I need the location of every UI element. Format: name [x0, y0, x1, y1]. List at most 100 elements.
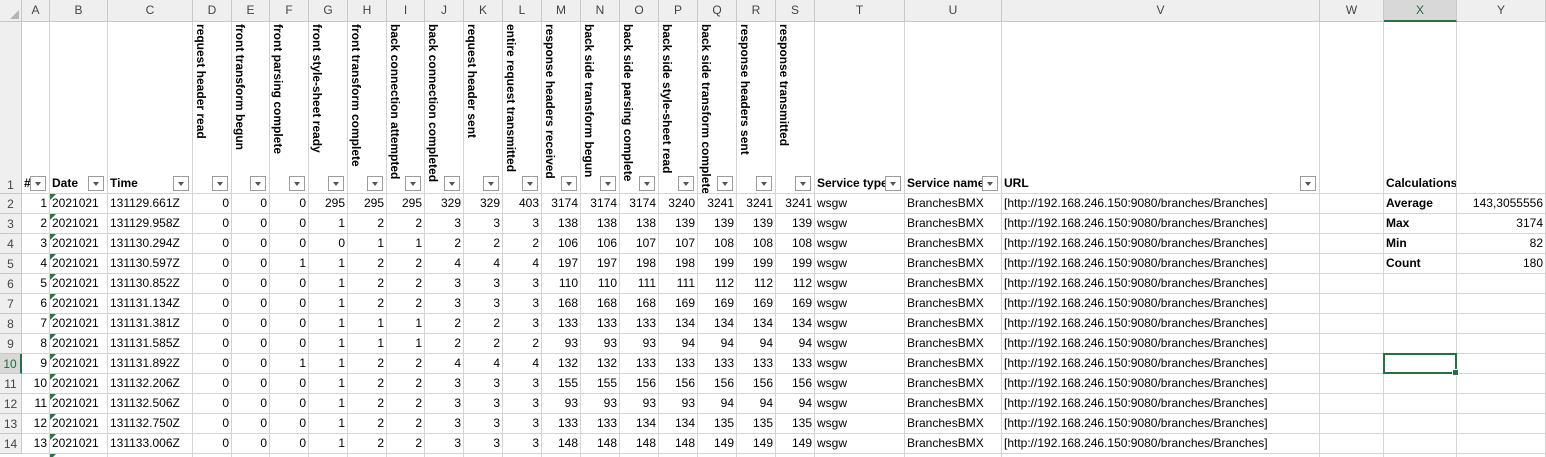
filter-dropdown-icon[interactable] [561, 176, 577, 191]
cell-n2[interactable]: 3174 [581, 194, 620, 214]
cell-k11[interactable]: 3 [464, 374, 503, 394]
cell-d12[interactable]: 0 [193, 394, 232, 414]
cell-y12[interactable] [1457, 394, 1546, 414]
cell-x9[interactable] [1384, 334, 1457, 354]
calc-label-max[interactable]: Max [1384, 214, 1457, 234]
cell-o12[interactable]: 93 [620, 394, 659, 414]
cell-k4[interactable]: 2 [464, 234, 503, 254]
column-header-y[interactable]: Y [1457, 0, 1546, 22]
cell-x14[interactable] [1384, 434, 1457, 454]
cell-u9[interactable]: BranchesBMX [905, 334, 1002, 354]
filter-dropdown-icon[interactable] [483, 176, 499, 191]
row-header-10[interactable]: 10 [0, 354, 22, 374]
cell-i6[interactable]: 2 [387, 274, 425, 294]
cell-c7[interactable]: 131131.134Z [108, 294, 193, 314]
cell-r6[interactable]: 112 [737, 274, 776, 294]
header-cell-c[interactable]: Time [108, 22, 193, 194]
row-header-9[interactable]: 9 [0, 334, 22, 354]
cell-h11[interactable]: 2 [348, 374, 387, 394]
cell-m9[interactable]: 93 [542, 334, 581, 354]
cell-r2[interactable]: 3241 [737, 194, 776, 214]
cell-u8[interactable]: BranchesBMX [905, 314, 1002, 334]
cell-k8[interactable]: 2 [464, 314, 503, 334]
cell-b3[interactable]: 2021021 [50, 214, 108, 234]
column-header-p[interactable]: P [659, 0, 698, 22]
cell-x7[interactable] [1384, 294, 1457, 314]
cell-t7[interactable]: wsgw [815, 294, 905, 314]
cell-q11[interactable]: 156 [698, 374, 737, 394]
cell-u11[interactable]: BranchesBMX [905, 374, 1002, 394]
cell-l11[interactable]: 3 [503, 374, 542, 394]
calc-value-average[interactable]: 143,3055556 [1457, 194, 1546, 214]
cell-k10[interactable]: 4 [464, 354, 503, 374]
cell-u10[interactable]: BranchesBMX [905, 354, 1002, 374]
header-cell-t[interactable]: Service type [815, 22, 905, 194]
cell-e8[interactable]: 0 [232, 314, 270, 334]
cell-c8[interactable]: 131131.381Z [108, 314, 193, 334]
cell-u2[interactable]: BranchesBMX [905, 194, 1002, 214]
cell-u12[interactable]: BranchesBMX [905, 394, 1002, 414]
filter-dropdown-icon[interactable] [885, 176, 901, 191]
cell-i12[interactable]: 2 [387, 394, 425, 414]
filter-dropdown-icon[interactable] [405, 176, 421, 191]
cell-q14[interactable]: 149 [698, 434, 737, 454]
cell-c9[interactable]: 131131.585Z [108, 334, 193, 354]
cell-o3[interactable]: 138 [620, 214, 659, 234]
cell-t12[interactable]: wsgw [815, 394, 905, 414]
cell-s9[interactable]: 94 [776, 334, 815, 354]
calc-label-average[interactable]: Average [1384, 194, 1457, 214]
cell-p8[interactable]: 134 [659, 314, 698, 334]
cell-h3[interactable]: 2 [348, 214, 387, 234]
column-header-l[interactable]: L [503, 0, 542, 22]
cell-j11[interactable]: 3 [425, 374, 464, 394]
column-header-c[interactable]: C [108, 0, 193, 22]
cell-t13[interactable]: wsgw [815, 414, 905, 434]
cell-e6[interactable]: 0 [232, 274, 270, 294]
cell-t11[interactable]: wsgw [815, 374, 905, 394]
cell-x11[interactable] [1384, 374, 1457, 394]
cell-u5[interactable]: BranchesBMX [905, 254, 1002, 274]
cell-r13[interactable]: 135 [737, 414, 776, 434]
cell-u3[interactable]: BranchesBMX [905, 214, 1002, 234]
cell-m6[interactable]: 110 [542, 274, 581, 294]
cell-y7[interactable] [1457, 294, 1546, 314]
cell-b7[interactable]: 2021021 [50, 294, 108, 314]
cell-j13[interactable]: 3 [425, 414, 464, 434]
cell-p4[interactable]: 107 [659, 234, 698, 254]
cell-w6[interactable] [1320, 274, 1384, 294]
cell-a6[interactable]: 5 [22, 274, 50, 294]
cell-h14[interactable]: 2 [348, 434, 387, 454]
cell-m10[interactable]: 132 [542, 354, 581, 374]
cell-q9[interactable]: 94 [698, 334, 737, 354]
cell-a3[interactable]: 2 [22, 214, 50, 234]
cell-l10[interactable]: 4 [503, 354, 542, 374]
cell-t6[interactable]: wsgw [815, 274, 905, 294]
cell-m5[interactable]: 197 [542, 254, 581, 274]
cell-h5[interactable]: 2 [348, 254, 387, 274]
header-cell-d[interactable]: request header read [193, 22, 232, 194]
cell-w7[interactable] [1320, 294, 1384, 314]
cell-w12[interactable] [1320, 394, 1384, 414]
cell-x6[interactable] [1384, 274, 1457, 294]
cell-c10[interactable]: 131131.892Z [108, 354, 193, 374]
column-header-x[interactable]: X [1384, 0, 1457, 22]
row-header-6[interactable]: 6 [0, 274, 22, 294]
header-cell-y[interactable] [1457, 22, 1546, 194]
cell-j9[interactable]: 2 [425, 334, 464, 354]
cell-o4[interactable]: 107 [620, 234, 659, 254]
cell-e2[interactable]: 0 [232, 194, 270, 214]
cell-s13[interactable]: 135 [776, 414, 815, 434]
column-header-j[interactable]: J [425, 0, 464, 22]
cell-f8[interactable]: 0 [270, 314, 309, 334]
column-header-t[interactable]: T [815, 0, 905, 22]
header-cell-k[interactable]: request header sent [464, 22, 503, 194]
cell-y11[interactable] [1457, 374, 1546, 394]
cell-r7[interactable]: 169 [737, 294, 776, 314]
cell-e11[interactable]: 0 [232, 374, 270, 394]
cell-d7[interactable]: 0 [193, 294, 232, 314]
cell-r5[interactable]: 199 [737, 254, 776, 274]
row-header-11[interactable]: 11 [0, 374, 22, 394]
cell-t4[interactable]: wsgw [815, 234, 905, 254]
cell-b12[interactable]: 2021021 [50, 394, 108, 414]
cell-a4[interactable]: 3 [22, 234, 50, 254]
